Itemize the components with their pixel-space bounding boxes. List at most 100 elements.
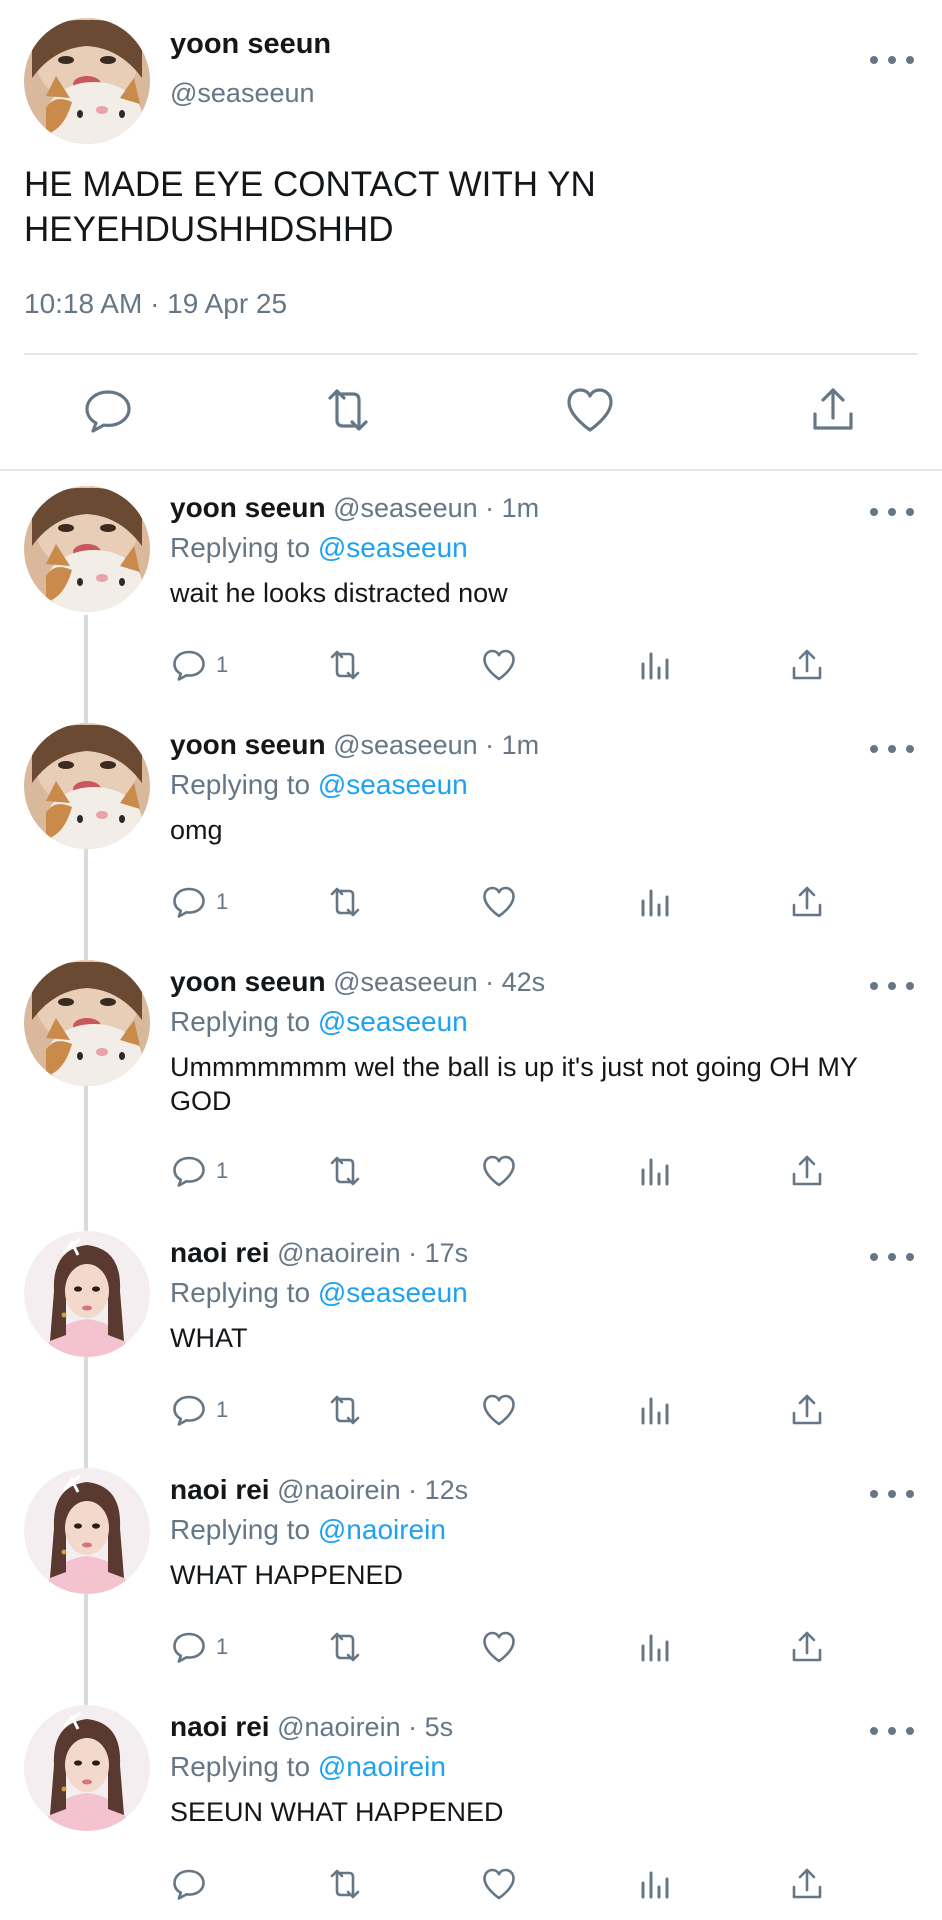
cat-selfie-avatar-image	[24, 723, 150, 849]
replying-to-link[interactable]: @seaseeun	[318, 1277, 468, 1308]
share-icon[interactable]	[786, 1385, 828, 1435]
reply-icon[interactable]	[168, 1859, 216, 1909]
reply-tweet[interactable]: naoi rei @naoirein · 17s Replying to @se…	[0, 1217, 942, 1453]
reply-tweet[interactable]: yoon seeun @seaseeun · 42s Replying to @…	[0, 946, 942, 1216]
more-options-icon[interactable]	[870, 976, 914, 996]
cat-selfie-avatar-image	[24, 960, 150, 1086]
retweet-icon[interactable]	[324, 1622, 366, 1672]
retweet-icon[interactable]	[324, 1385, 366, 1435]
author-name[interactable]: naoi rei	[170, 1711, 270, 1742]
handle-and-time: @naoirein · 12s	[277, 1475, 469, 1505]
avatar[interactable]	[24, 486, 150, 612]
like-icon[interactable]	[478, 1146, 520, 1196]
analytics-icon[interactable]	[634, 1622, 676, 1672]
analytics-icon[interactable]	[634, 1859, 676, 1909]
avatar[interactable]	[24, 1705, 150, 1831]
replying-to-label: Replying to	[170, 1277, 311, 1308]
share-icon[interactable]	[803, 380, 863, 440]
share-icon[interactable]	[786, 877, 828, 927]
author-name[interactable]: yoon seeun	[170, 966, 326, 997]
share-icon[interactable]	[786, 640, 828, 690]
tweet-timestamp: 10:18 AM · 19 Apr 25	[24, 288, 288, 319]
reply-text: WHAT	[170, 1323, 248, 1353]
more-options-icon[interactable]	[870, 739, 914, 759]
handle-and-time: @seaseeun · 42s	[333, 967, 546, 997]
replying-to: Replying to @seaseeun	[170, 769, 468, 801]
like-icon[interactable]	[478, 1859, 520, 1909]
retweet-icon[interactable]	[324, 640, 366, 690]
like-icon[interactable]	[478, 877, 520, 927]
avatar[interactable]	[24, 723, 150, 849]
reply-tweet[interactable]: naoi rei @naoirein · 12s Replying to @na…	[0, 1454, 942, 1690]
reply-header: naoi rei @naoirein · 12s	[170, 1474, 468, 1506]
retweet-icon[interactable]	[324, 1859, 366, 1909]
reply-tweet[interactable]: yoon seeun @seaseeun · 1m Replying to @s…	[0, 472, 942, 708]
tweet-thread: yoon seeun @seaseeun HE MADE EYE CONTACT…	[0, 0, 942, 1920]
reply-tweet[interactable]: naoi rei @naoirein · 5s Replying to @nao…	[0, 1691, 942, 1920]
author-name[interactable]: yoon seeun	[170, 729, 326, 760]
reply-action-bar: 1	[0, 1622, 942, 1672]
reply-count: 1	[216, 1158, 229, 1183]
reply-action-bar	[0, 1859, 942, 1909]
analytics-icon[interactable]	[634, 640, 676, 690]
reply-icon[interactable]: 1	[168, 1146, 228, 1196]
reply-icon[interactable]: 1	[168, 877, 228, 927]
reply-action-bar: 1	[0, 1146, 942, 1196]
reply-header: naoi rei @naoirein · 5s	[170, 1711, 453, 1743]
replying-to-link[interactable]: @seaseeun	[318, 532, 468, 563]
handle-and-time: @seaseeun · 1m	[333, 493, 540, 523]
share-icon[interactable]	[786, 1859, 828, 1909]
like-icon[interactable]	[560, 380, 620, 440]
author-name[interactable]: naoi rei	[170, 1474, 270, 1505]
more-options-icon[interactable]	[870, 1247, 914, 1267]
avatar[interactable]	[24, 1231, 150, 1357]
pink-portrait-avatar-image	[24, 1468, 150, 1594]
cat-selfie-avatar-image	[24, 18, 150, 144]
reply-header: yoon seeun @seaseeun · 1m	[170, 729, 539, 761]
analytics-icon[interactable]	[634, 1146, 676, 1196]
avatar[interactable]	[24, 18, 150, 144]
author-name[interactable]: yoon seeun	[170, 28, 331, 61]
more-options-icon[interactable]	[870, 502, 914, 522]
reply-icon[interactable]: 1	[168, 1385, 228, 1435]
like-icon[interactable]	[478, 1622, 520, 1672]
replying-to-link[interactable]: @seaseeun	[318, 1006, 468, 1037]
reply-count: 1	[216, 1397, 229, 1422]
analytics-icon[interactable]	[634, 877, 676, 927]
author-name[interactable]: naoi rei	[170, 1237, 270, 1268]
reply-icon[interactable]	[78, 380, 138, 440]
tweet-text: HE MADE EYE CONTACT WITH YN HEYEHDUSHHDS…	[24, 165, 596, 249]
replying-to-label: Replying to	[170, 1751, 311, 1782]
author-name[interactable]: yoon seeun	[170, 492, 326, 523]
reply-icon[interactable]: 1	[168, 640, 228, 690]
share-icon[interactable]	[786, 1622, 828, 1672]
retweet-icon[interactable]	[324, 1146, 366, 1196]
like-icon[interactable]	[478, 1385, 520, 1435]
share-icon[interactable]	[786, 1146, 828, 1196]
main-tweet: yoon seeun @seaseeun HE MADE EYE CONTACT…	[0, 0, 942, 471]
handle-and-time: @seaseeun · 1m	[333, 730, 540, 760]
avatar[interactable]	[24, 1468, 150, 1594]
analytics-icon[interactable]	[634, 1385, 676, 1435]
replying-to-link[interactable]: @seaseeun	[318, 769, 468, 800]
reply-action-bar: 1	[0, 640, 942, 690]
more-options-icon[interactable]	[870, 1721, 914, 1741]
reply-text: SEEUN WHAT HAPPENED	[170, 1797, 504, 1827]
pink-portrait-avatar-image	[24, 1705, 150, 1831]
replying-to-label: Replying to	[170, 1006, 311, 1037]
replying-to-link[interactable]: @naoirein	[318, 1514, 446, 1545]
reply-icon[interactable]: 1	[168, 1622, 228, 1672]
replying-to: Replying to @seaseeun	[170, 1006, 468, 1038]
like-icon[interactable]	[478, 640, 520, 690]
replying-to-link[interactable]: @naoirein	[318, 1751, 446, 1782]
more-options-icon[interactable]	[870, 50, 914, 70]
reply-tweet[interactable]: yoon seeun @seaseeun · 1m Replying to @s…	[0, 709, 942, 945]
reply-count: 1	[216, 652, 229, 677]
more-options-icon[interactable]	[870, 1484, 914, 1504]
retweet-icon[interactable]	[318, 380, 378, 440]
handle-and-time: @naoirein · 17s	[277, 1238, 469, 1268]
author-handle[interactable]: @seaseeun	[170, 78, 315, 109]
reply-action-bar: 1	[0, 1385, 942, 1435]
avatar[interactable]	[24, 960, 150, 1086]
retweet-icon[interactable]	[324, 877, 366, 927]
